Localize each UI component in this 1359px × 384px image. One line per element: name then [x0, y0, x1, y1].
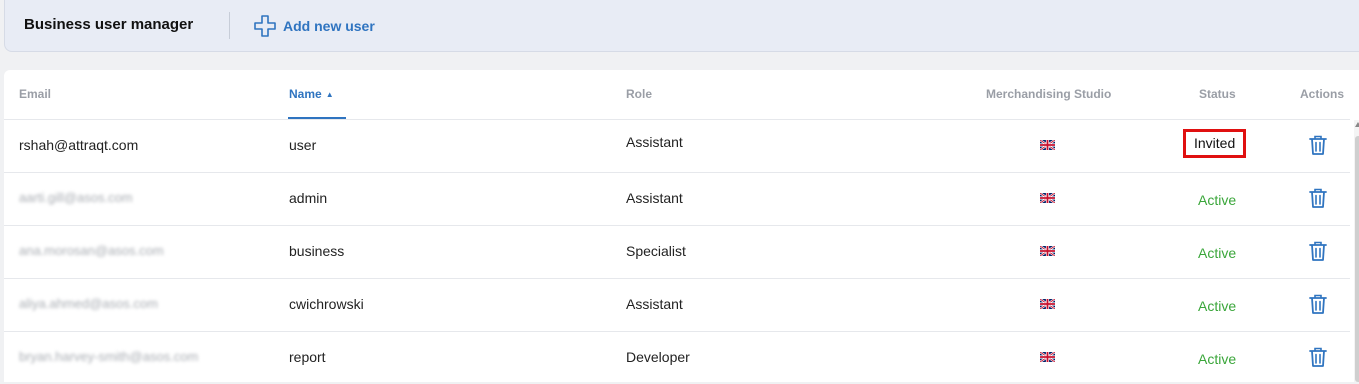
delete-trash-icon[interactable]: [1307, 134, 1329, 156]
uk-flag-icon: [1040, 140, 1055, 150]
row-role: Assistant: [626, 296, 683, 312]
table-row: ana.morosan@asos.com business Specialist…: [4, 225, 1350, 278]
row-name: cwichrowski: [289, 296, 364, 312]
plus-icon: [254, 15, 276, 37]
row-email: bryan.harvey-smith@asos.com: [19, 349, 199, 364]
row-name: user: [289, 137, 317, 153]
row-email: ana.morosan@asos.com: [19, 243, 164, 258]
add-new-user-button[interactable]: Add new user: [254, 13, 375, 39]
column-header-name[interactable]: Name ▲: [289, 87, 334, 101]
status-badge: Active: [1198, 351, 1237, 367]
row-email: aliya.ahmed@asos.com: [19, 296, 158, 311]
row-role: Developer: [626, 349, 690, 365]
delete-trash-icon[interactable]: [1307, 187, 1329, 209]
uk-flag-icon: [1040, 193, 1055, 203]
uk-flag-icon: [1040, 246, 1055, 256]
column-header-actions: Actions: [1300, 87, 1345, 101]
page-title: Business user manager: [24, 16, 194, 33]
sort-ascending-icon: ▲: [325, 90, 334, 99]
row-role: Assistant: [626, 190, 683, 206]
scrollbar-thumb[interactable]: [1355, 136, 1359, 382]
uk-flag-icon: [1040, 299, 1055, 309]
row-name: admin: [289, 190, 328, 206]
status-badge: Active: [1198, 298, 1237, 314]
status-badge: Active: [1198, 192, 1237, 208]
row-email: rshah@attraqt.com: [19, 137, 139, 153]
column-header-status[interactable]: Status: [1199, 87, 1236, 101]
column-header-role[interactable]: Role: [626, 87, 652, 101]
row-role: Assistant: [626, 134, 683, 150]
column-header-name-label: Name: [289, 87, 322, 101]
column-header-merchandising-studio[interactable]: Merchandising Studio: [986, 87, 1111, 101]
delete-trash-icon[interactable]: [1307, 293, 1329, 315]
table-row: bryan.harvey-smith@asos.com report Devel…: [4, 331, 1350, 384]
table-row: rshah@attraqt.com user Assistant Invited: [4, 119, 1350, 172]
row-email: aarti.gill@asos.com: [19, 190, 133, 205]
table-row: aliya.ahmed@asos.com cwichrowski Assista…: [4, 278, 1350, 331]
delete-trash-icon[interactable]: [1307, 346, 1329, 368]
row-name: business: [289, 243, 345, 259]
uk-flag-icon: [1040, 352, 1055, 362]
status-badge: Active: [1198, 245, 1237, 261]
row-name: report: [289, 349, 326, 365]
add-new-user-label: Add new user: [283, 18, 375, 34]
page-header: Business user manager Add new user: [4, 0, 1359, 52]
row-role: Specialist: [626, 243, 686, 259]
delete-trash-icon[interactable]: [1307, 240, 1329, 262]
column-header-email[interactable]: Email: [19, 87, 51, 101]
scroll-up-arrow-icon[interactable]: [1355, 122, 1359, 127]
status-badge: Invited: [1183, 129, 1247, 158]
header-divider: [229, 12, 230, 39]
users-table: Email Name ▲ Role Merchandising Studio St…: [4, 70, 1359, 382]
table-row: aarti.gill@asos.com admin Assistant Acti…: [4, 172, 1350, 225]
